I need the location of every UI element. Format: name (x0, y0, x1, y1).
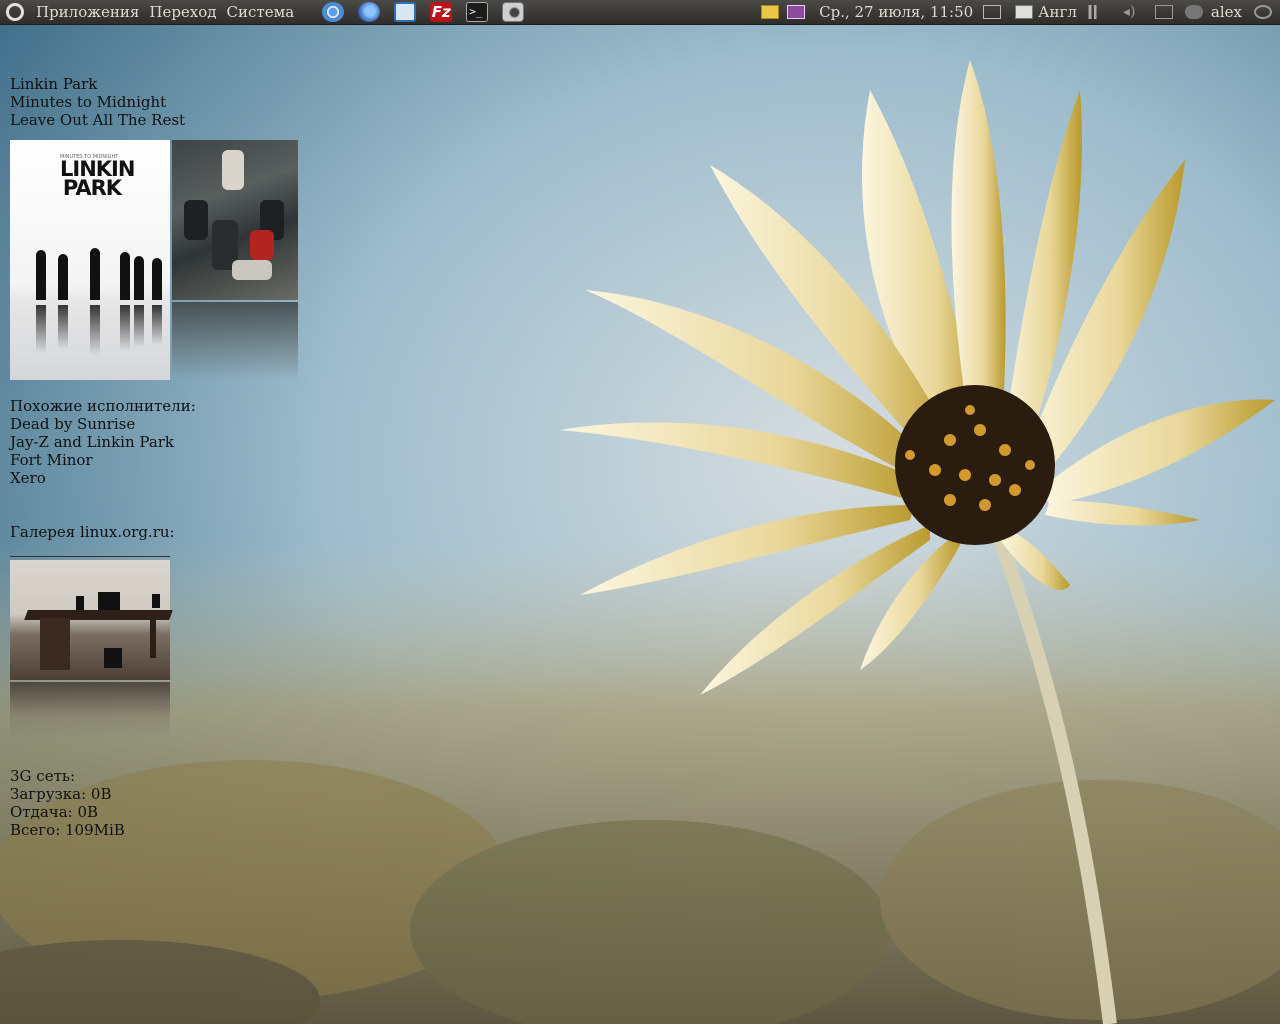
network-stats: 3G сеть: Загрузка: 0B Отдача: 0B Всего: … (10, 767, 125, 839)
panel-launchers: Fz >_ (322, 2, 525, 22)
band-photo (172, 140, 298, 300)
network-download: Загрузка: 0B (10, 785, 112, 803)
clock[interactable]: Ср., 27 июля, 11:50 (819, 3, 973, 21)
network-total: Всего: 109MiB (10, 821, 125, 839)
power-icon[interactable] (1254, 5, 1272, 19)
keyboard-icon[interactable] (1015, 5, 1034, 19)
similar-artist-item: Dead by Sunrise (10, 415, 136, 433)
network-title: 3G сеть: (10, 767, 76, 785)
album-cover: MINUTES TO MIDNIGHT LINKIN PARK (10, 140, 170, 380)
volume-icon[interactable]: ◂) (1123, 5, 1141, 19)
filezilla-icon[interactable]: Fz (430, 2, 453, 22)
display-icon[interactable] (983, 5, 1002, 19)
system-monitor-icon[interactable] (394, 2, 417, 22)
track-name: Leave Out All The Rest (10, 111, 186, 129)
similar-artists-title: Похожие исполнители: (10, 397, 196, 415)
similar-artists: Похожие исполнители: Dead by Sunrise Jay… (10, 397, 196, 487)
messaging-indicator-icon[interactable] (787, 5, 806, 19)
album-art-row: MINUTES TO MIDNIGHT LINKIN PARK (10, 140, 298, 380)
chat-status-icon[interactable] (1184, 5, 1203, 19)
screenshot-camera-icon[interactable] (502, 2, 525, 22)
top-panel: Приложения Переход Система Fz >_ Ср., 27… (0, 0, 1280, 25)
keyboard-layout-indicator[interactable]: Англ (1038, 3, 1077, 21)
network-upload: Отдача: 0B (10, 803, 99, 821)
thunderbird-icon[interactable] (358, 2, 381, 22)
ubuntu-logo-icon[interactable] (6, 3, 24, 21)
artist-name: Linkin Park (10, 75, 98, 93)
menu-system[interactable]: Система (227, 3, 295, 21)
similar-artist-item: Jay-Z and Linkin Park (10, 433, 175, 451)
band-logo: LINKIN PARK (60, 157, 135, 200)
gallery-photo-reflection (10, 682, 170, 740)
menu-applications[interactable]: Приложения (36, 3, 139, 21)
album-name: Minutes to Midnight (10, 93, 167, 111)
main-menu: Приложения Переход Система (6, 3, 294, 21)
mail-icon[interactable] (1154, 5, 1173, 19)
terminal-icon[interactable]: >_ (466, 2, 489, 22)
menu-places[interactable]: Переход (149, 3, 216, 21)
gallery-divider (10, 556, 170, 557)
chrome-icon[interactable] (322, 2, 345, 22)
band-silhouettes (28, 240, 162, 300)
now-playing: Linkin Park Minutes to Midnight Leave Ou… (10, 75, 185, 129)
similar-artist-item: Xero (10, 469, 46, 487)
user-menu[interactable]: alex (1211, 3, 1242, 21)
notes-indicator-icon[interactable] (761, 5, 780, 19)
similar-artist-item: Fort Minor (10, 451, 93, 469)
gallery-photo (10, 560, 173, 680)
band-photo-reflection (172, 302, 298, 380)
system-tray: Ср., 27 июля, 11:50 Англ ◂) alex (761, 0, 1280, 24)
network-signal-icon[interactable] (1084, 5, 1103, 19)
gallery-title: Галерея linux.org.ru: (10, 523, 175, 541)
